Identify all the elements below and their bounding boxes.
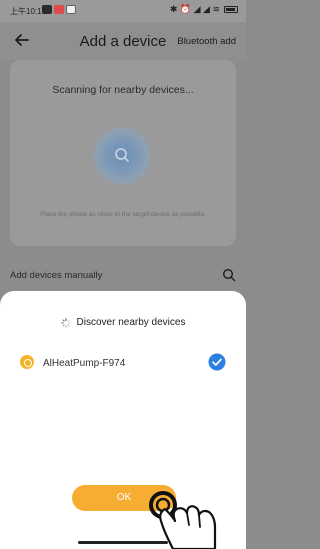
status-bar: 上午10:10 ✱ ⏰ ◢ ◢ ≋ <box>0 0 246 22</box>
search-icon <box>115 148 129 162</box>
sheet-title: Discover nearby devices <box>76 317 186 328</box>
sheet-header: Discover nearby devices <box>0 317 246 328</box>
status-app-icon-1 <box>42 5 52 14</box>
device-name: AlHeatPump-F974 <box>43 358 126 369</box>
battery-icon <box>224 6 238 13</box>
device-list-item[interactable]: AlHeatPump-F974 <box>20 351 226 375</box>
top-bar: Add a device Bluetooth add <box>0 22 246 60</box>
status-time: 上午10:10 <box>10 7 47 16</box>
scan-hint: Place the phone as close to the target d… <box>40 211 206 218</box>
status-right-group: ✱ ⏰ ◢ ◢ ≋ <box>170 5 238 14</box>
add-manually-label[interactable]: Add devices manually <box>10 270 102 281</box>
pointing-hand-icon <box>149 491 217 549</box>
radar-scan <box>92 126 152 186</box>
bluetooth-add-link[interactable]: Bluetooth add <box>177 36 236 47</box>
checkmark-icon[interactable] <box>208 353 226 371</box>
device-icon <box>20 355 34 369</box>
status-app-icon-2 <box>54 5 64 14</box>
status-glyphs: ✱ ⏰ ◢ ◢ ≋ <box>169 4 220 14</box>
loading-spinner-icon <box>60 317 71 328</box>
scan-card: Scanning for nearby devices... Place the… <box>10 60 236 246</box>
search-icon[interactable] <box>222 268 236 282</box>
status-app-icon-3 <box>66 5 76 14</box>
scan-status: Scanning for nearby devices... <box>52 84 194 96</box>
